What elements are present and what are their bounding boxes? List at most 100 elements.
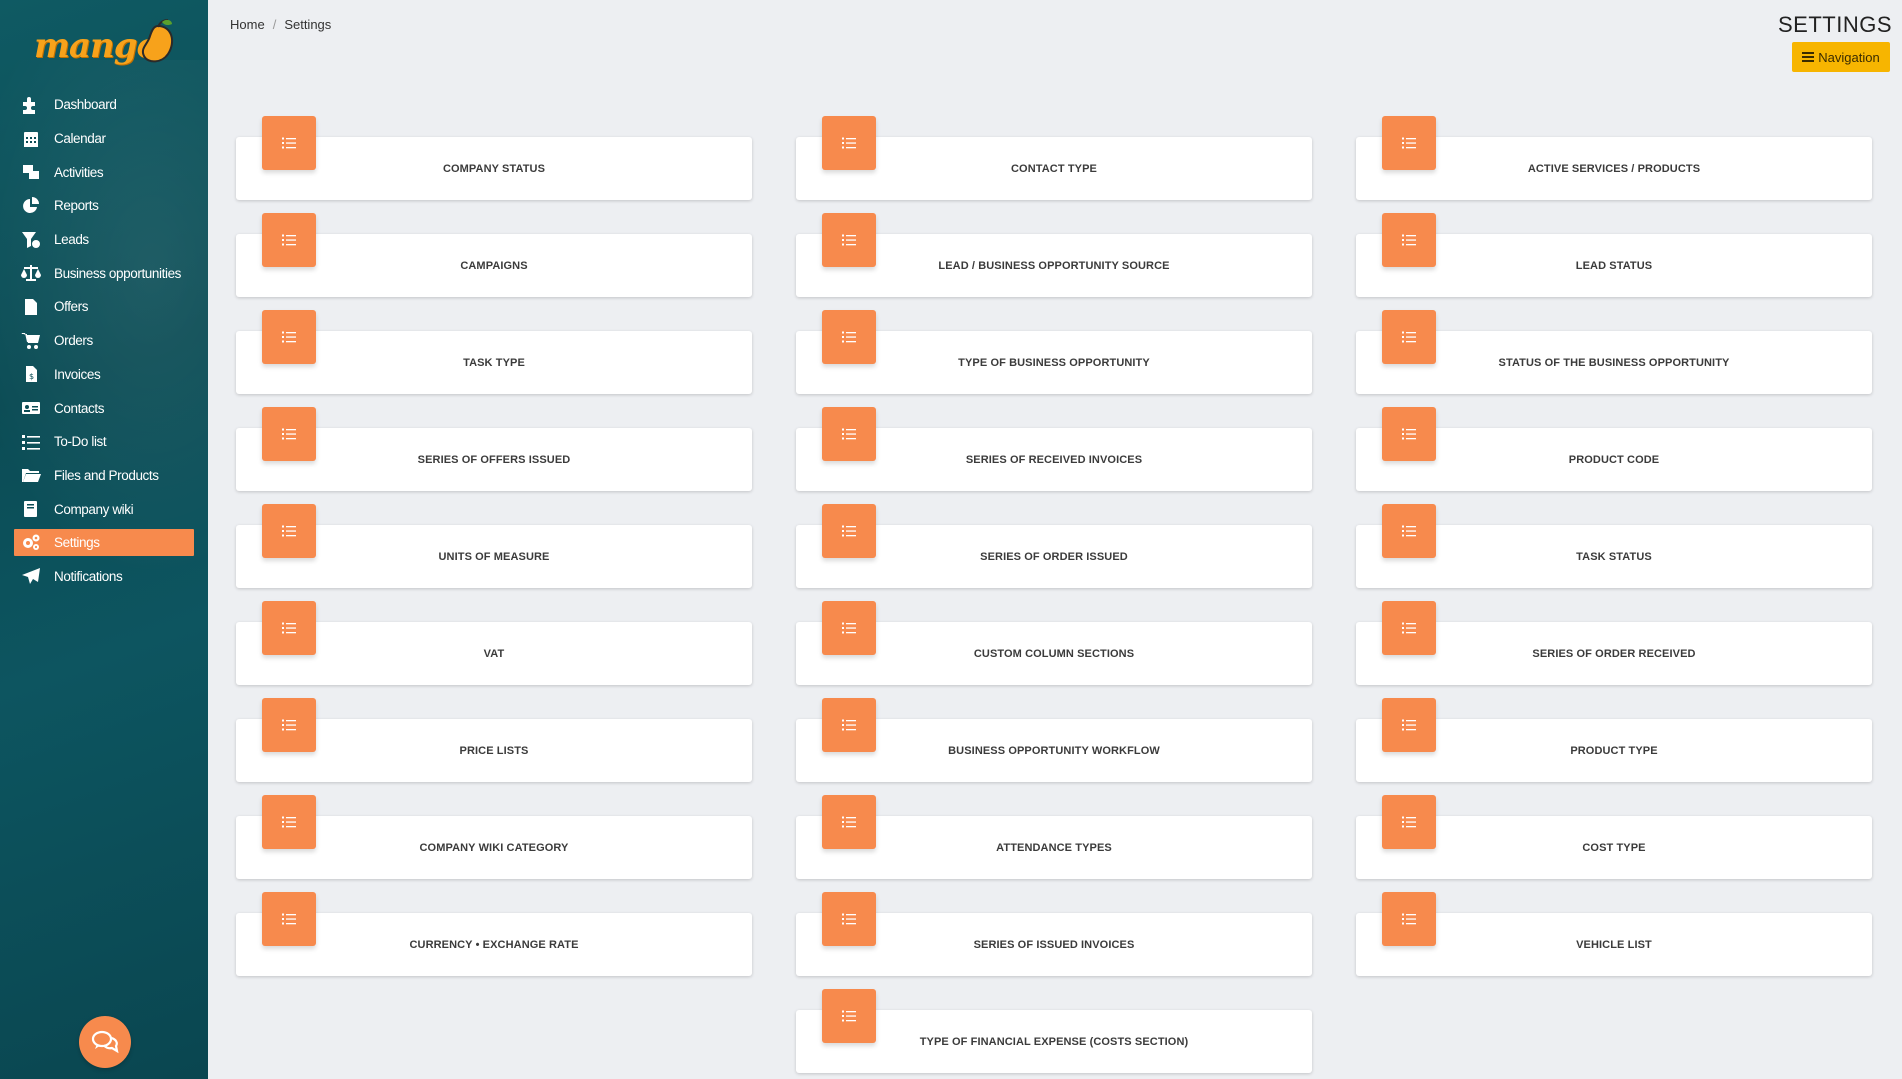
sidebar-item-label: Invoices bbox=[54, 366, 101, 382]
sidebar-item-label: Leads bbox=[54, 232, 89, 248]
sidebar-item-label: To-Do list bbox=[54, 434, 107, 450]
settings-card[interactable]: COMPANY STATUS bbox=[236, 116, 752, 200]
list-settings-icon[interactable] bbox=[1382, 504, 1436, 558]
settings-card-label: UNITS OF MEASURE bbox=[438, 550, 550, 563]
list-settings-icon[interactable] bbox=[822, 504, 876, 558]
sidebar-item-settings[interactable]: Settings bbox=[14, 528, 194, 556]
settings-card[interactable]: PRODUCT CODE bbox=[1356, 407, 1872, 491]
list-settings-icon[interactable] bbox=[822, 601, 876, 655]
list-settings-icon[interactable] bbox=[822, 892, 876, 946]
settings-card[interactable]: LEAD STATUS bbox=[1356, 213, 1872, 297]
list-settings-icon[interactable] bbox=[1382, 601, 1436, 655]
list-settings-icon[interactable] bbox=[1382, 795, 1436, 849]
sidebar-item-label: Orders bbox=[54, 333, 93, 349]
book-icon bbox=[20, 500, 42, 518]
list-settings-icon[interactable] bbox=[1382, 213, 1436, 267]
settings-card[interactable]: BUSINESS OPPORTUNITY WORKFLOW bbox=[796, 698, 1312, 782]
settings-card[interactable]: SERIES OF OFFERS ISSUED bbox=[236, 407, 752, 491]
list-settings-icon[interactable] bbox=[262, 407, 316, 461]
settings-card[interactable]: SERIES OF ORDER RECEIVED bbox=[1356, 601, 1872, 685]
activities-icon bbox=[20, 163, 42, 181]
sidebar-item-label: Company wiki bbox=[54, 501, 134, 517]
sidebar-item-reports[interactable]: Reports bbox=[14, 189, 194, 223]
list-settings-icon[interactable] bbox=[262, 795, 316, 849]
settings-card[interactable]: TYPE OF BUSINESS OPPORTUNITY bbox=[796, 310, 1312, 394]
settings-card[interactable]: TASK TYPE bbox=[236, 310, 752, 394]
list-settings-icon[interactable] bbox=[1382, 407, 1436, 461]
sidebar-item-business-opportunities[interactable]: Business opportunities bbox=[14, 256, 194, 290]
settings-card[interactable]: SERIES OF RECEIVED INVOICES bbox=[796, 407, 1312, 491]
settings-card[interactable]: PRODUCT TYPE bbox=[1356, 698, 1872, 782]
settings-card[interactable]: ATTENDANCE TYPES bbox=[796, 795, 1312, 879]
list-settings-icon[interactable] bbox=[822, 795, 876, 849]
settings-card-label: SERIES OF ORDER RECEIVED bbox=[1532, 647, 1696, 660]
sidebar-item-dashboard[interactable]: Dashboard bbox=[14, 88, 194, 122]
settings-card[interactable]: STATUS OF THE BUSINESS OPPORTUNITY bbox=[1356, 310, 1872, 394]
list-settings-icon[interactable] bbox=[822, 407, 876, 461]
list-settings-icon[interactable] bbox=[822, 698, 876, 752]
funnel-icon bbox=[20, 231, 42, 249]
list-settings-icon[interactable] bbox=[822, 310, 876, 364]
sidebar-item-todo[interactable]: To-Do list bbox=[14, 425, 194, 459]
list-settings-icon[interactable] bbox=[1382, 892, 1436, 946]
list-settings-icon[interactable] bbox=[262, 504, 316, 558]
list-settings-icon[interactable] bbox=[822, 213, 876, 267]
settings-card-label: PRODUCT CODE bbox=[1568, 453, 1660, 466]
sidebar-item-calendar[interactable]: Calendar bbox=[14, 122, 194, 156]
list-settings-icon[interactable] bbox=[262, 310, 316, 364]
settings-card[interactable]: TASK STATUS bbox=[1356, 504, 1872, 588]
settings-card-label: SERIES OF ORDER ISSUED bbox=[980, 550, 1128, 563]
sidebar-item-wiki[interactable]: Company wiki bbox=[14, 492, 194, 526]
settings-card[interactable]: VAT bbox=[236, 601, 752, 685]
settings-card-label: LEAD STATUS bbox=[1575, 259, 1653, 272]
sidebar-item-invoices[interactable]: $ Invoices bbox=[14, 358, 194, 392]
settings-card-label: COMPANY WIKI CATEGORY bbox=[419, 841, 569, 854]
settings-card-label: STATUS OF THE BUSINESS OPPORTUNITY bbox=[1498, 356, 1730, 369]
settings-card[interactable]: UNITS OF MEASURE bbox=[236, 504, 752, 588]
sidebar-item-notifications[interactable]: Notifications bbox=[14, 560, 194, 594]
sidebar-item-offers[interactable]: Offers bbox=[14, 290, 194, 324]
settings-card-label: SERIES OF OFFERS ISSUED bbox=[417, 453, 571, 466]
sidebar-item-leads[interactable]: Leads bbox=[14, 223, 194, 257]
list-settings-icon[interactable] bbox=[1382, 310, 1436, 364]
logo[interactable]: mango bbox=[34, 14, 184, 70]
list-settings-icon[interactable] bbox=[262, 601, 316, 655]
sidebar-item-activities[interactable]: Activities bbox=[14, 155, 194, 189]
sidebar-item-label: Business opportunities bbox=[54, 265, 182, 281]
settings-card[interactable]: CONTACT TYPE bbox=[796, 116, 1312, 200]
navigation-button[interactable]: Navigation bbox=[1792, 42, 1890, 72]
list-settings-icon[interactable] bbox=[262, 116, 316, 170]
settings-card[interactable]: CURRENCY • EXCHANGE RATE bbox=[236, 892, 752, 976]
settings-card[interactable]: COMPANY WIKI CATEGORY bbox=[236, 795, 752, 879]
settings-card-label: TASK STATUS bbox=[1576, 550, 1652, 563]
settings-card[interactable]: LEAD / BUSINESS OPPORTUNITY SOURCE bbox=[796, 213, 1312, 297]
paper-plane-icon bbox=[20, 567, 42, 585]
settings-card[interactable]: CAMPAIGNS bbox=[236, 213, 752, 297]
settings-card-label: LEAD / BUSINESS OPPORTUNITY SOURCE bbox=[938, 259, 1170, 272]
breadcrumb-home[interactable]: Home bbox=[230, 17, 265, 32]
list-settings-icon[interactable] bbox=[262, 892, 316, 946]
settings-card-label: PRODUCT TYPE bbox=[1570, 744, 1658, 757]
settings-card[interactable]: SERIES OF ISSUED INVOICES bbox=[796, 892, 1312, 976]
list-settings-icon[interactable] bbox=[822, 989, 876, 1043]
sidebar-item-orders[interactable]: Orders bbox=[14, 324, 194, 358]
settings-card[interactable]: PRICE LISTS bbox=[236, 698, 752, 782]
chat-button[interactable] bbox=[79, 1016, 131, 1068]
sidebar-item-contacts[interactable]: Contacts bbox=[14, 391, 194, 425]
list-settings-icon[interactable] bbox=[822, 116, 876, 170]
list-settings-icon[interactable] bbox=[262, 213, 316, 267]
settings-card[interactable]: COST TYPE bbox=[1356, 795, 1872, 879]
settings-card[interactable]: VEHICLE LIST bbox=[1356, 892, 1872, 976]
chat-bubbles-icon bbox=[91, 1030, 119, 1054]
settings-card[interactable]: CUSTOM COLUMN SECTIONS bbox=[796, 601, 1312, 685]
hamburger-icon bbox=[1802, 52, 1815, 62]
settings-card-label: VEHICLE LIST bbox=[1576, 938, 1652, 951]
list-settings-icon[interactable] bbox=[262, 698, 316, 752]
settings-card[interactable]: TYPE OF FINANCIAL EXPENSE (COSTS SECTION… bbox=[796, 989, 1312, 1073]
list-settings-icon[interactable] bbox=[1382, 116, 1436, 170]
settings-card[interactable]: ACTIVE SERVICES / PRODUCTS bbox=[1356, 116, 1872, 200]
list-icon bbox=[20, 433, 42, 451]
sidebar-item-files[interactable]: Files and Products bbox=[14, 459, 194, 493]
settings-card[interactable]: SERIES OF ORDER ISSUED bbox=[796, 504, 1312, 588]
list-settings-icon[interactable] bbox=[1382, 698, 1436, 752]
